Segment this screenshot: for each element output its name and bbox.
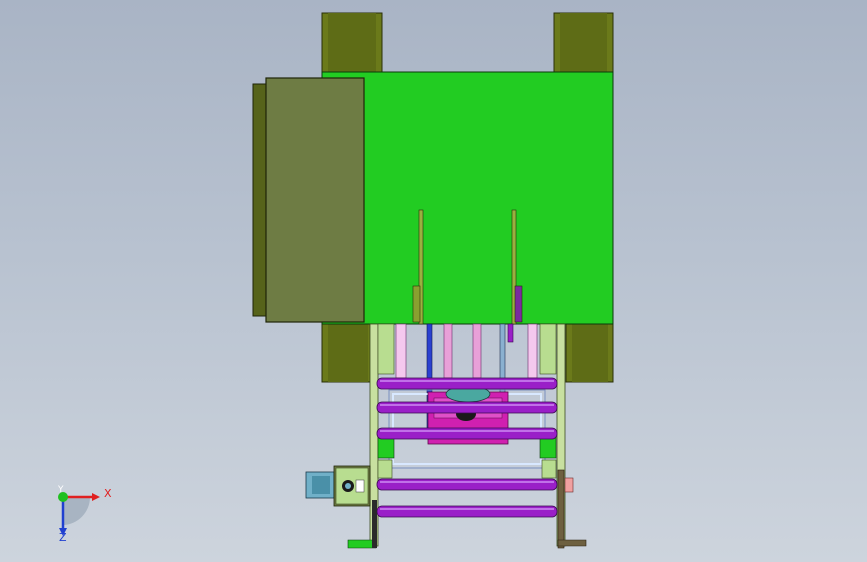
rod-clamp-right [514,285,523,323]
coordinate-triad [58,492,100,536]
cad-viewport[interactable]: X Y Z [0,0,867,562]
main-housing [321,71,614,325]
right-top-post [553,12,614,76]
rod-clamp-left [412,285,421,323]
y-axis-label: Y [58,485,64,495]
right-bottom-post [565,321,614,383]
roller-2 [376,401,558,414]
left-top-post [321,12,383,76]
roller-5 [376,505,558,518]
drive-motor [305,465,371,507]
z-axis-label: Z [59,531,67,544]
roller-cap-right [564,477,574,493]
motor-block [265,77,365,323]
machine-model[interactable] [0,0,867,562]
foot-right [557,539,587,547]
roller-3 [376,427,558,440]
left-bottom-post [321,321,375,383]
roller-4 [376,478,558,491]
roller-1 [376,377,558,390]
x-axis-label: X [104,487,112,500]
leg-left [372,500,377,548]
leg-right [557,469,565,549]
foot-left [347,539,377,549]
